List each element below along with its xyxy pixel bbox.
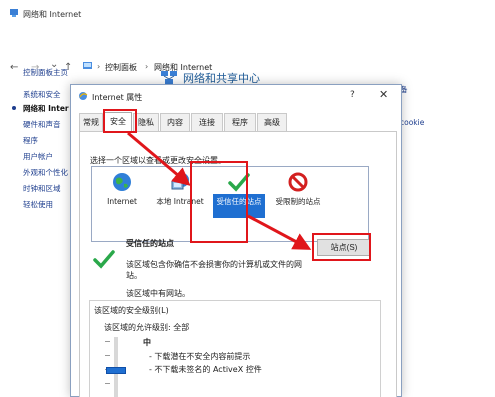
breadcrumb-control-panel[interactable]: 控制面板: [105, 62, 137, 73]
slider-tick: [105, 355, 110, 356]
zone-detail-description: 该区域包含你确信不会损害你的计算机或文件的网站。: [126, 260, 302, 280]
close-icon[interactable]: ✕: [379, 88, 388, 101]
slider-tick: [105, 383, 110, 384]
breadcrumb-separator: ›: [97, 62, 101, 71]
intranet-icon: [171, 173, 189, 190]
zone-restricted-sites[interactable]: 受限制的站点: [270, 167, 326, 241]
sidebar-item-network[interactable]: 网络和 Inter: [23, 103, 69, 114]
globe-icon: [113, 173, 131, 191]
security-level-group-title: 该区域的安全级别(L): [94, 305, 169, 316]
sidebar-item-programs[interactable]: 程序: [23, 135, 38, 146]
truncated-cookie-link[interactable]: cookie: [400, 118, 424, 127]
security-level-name: 中: [143, 338, 151, 347]
zone-internet[interactable]: Internet: [94, 167, 150, 241]
allowed-levels-text: 该区域的允许级别: 全部: [104, 323, 190, 332]
current-item-indicator: [12, 106, 16, 110]
window-titlebar: 网络和 Internet: [0, 0, 495, 26]
tab-general[interactable]: 常规: [79, 113, 103, 131]
sidebar-item-system-security[interactable]: 系统和安全: [23, 89, 61, 100]
zone-label: Internet: [107, 197, 137, 206]
breadcrumb-separator: ›: [145, 62, 149, 71]
tab-programs[interactable]: 程序: [224, 113, 256, 131]
dialog-title: Internet 属性: [92, 93, 143, 102]
internet-options-icon: [79, 92, 88, 100]
control-panel-icon: [83, 62, 92, 69]
window-title: 网络和 Internet: [23, 10, 82, 19]
sidebar: [0, 60, 78, 220]
sidebar-item-ease-of-access[interactable]: 轻松使用: [23, 199, 53, 210]
network-icon: [10, 9, 18, 17]
sidebar-item-appearance[interactable]: 外观和个性化: [23, 167, 68, 178]
security-slider-thumb[interactable]: [106, 367, 126, 374]
checkmark-icon: [93, 250, 115, 269]
sidebar-item-clock-region[interactable]: 时钟和区域: [23, 183, 61, 194]
zone-label: 受限制的站点: [275, 197, 321, 206]
tab-advanced[interactable]: 高级: [257, 113, 287, 131]
tab-connections[interactable]: 连接: [191, 113, 223, 131]
annotation-box-trusted-sites: [190, 161, 248, 243]
dialog-titlebar: Internet 属性 ? ✕: [71, 85, 401, 107]
help-icon[interactable]: ?: [350, 90, 355, 100]
sidebar-item-hardware-sound[interactable]: 硬件和声音: [23, 119, 61, 130]
level-description-item: - 下载潜在不安全内容前提示: [149, 352, 251, 361]
zone-detail-name: 受信任的站点: [126, 239, 174, 248]
sidebar-item-user-accounts[interactable]: 用户帐户: [23, 151, 53, 162]
tab-content[interactable]: 内容: [160, 113, 190, 131]
slider-tick: [105, 341, 110, 342]
annotation-box-sites-button: [312, 233, 371, 261]
sidebar-item-home[interactable]: 控制面板主页: [23, 67, 68, 78]
address-bar: ← → ⌄ ↑ › 控制面板 › 网络和 Internet: [0, 28, 495, 73]
zone-sites-status: 该区域中有网站。: [126, 289, 190, 298]
restricted-icon: [288, 172, 308, 192]
annotation-box-security-tab: [103, 109, 137, 133]
level-description-item: - 不下载未签名的 ActiveX 控件: [149, 365, 262, 374]
